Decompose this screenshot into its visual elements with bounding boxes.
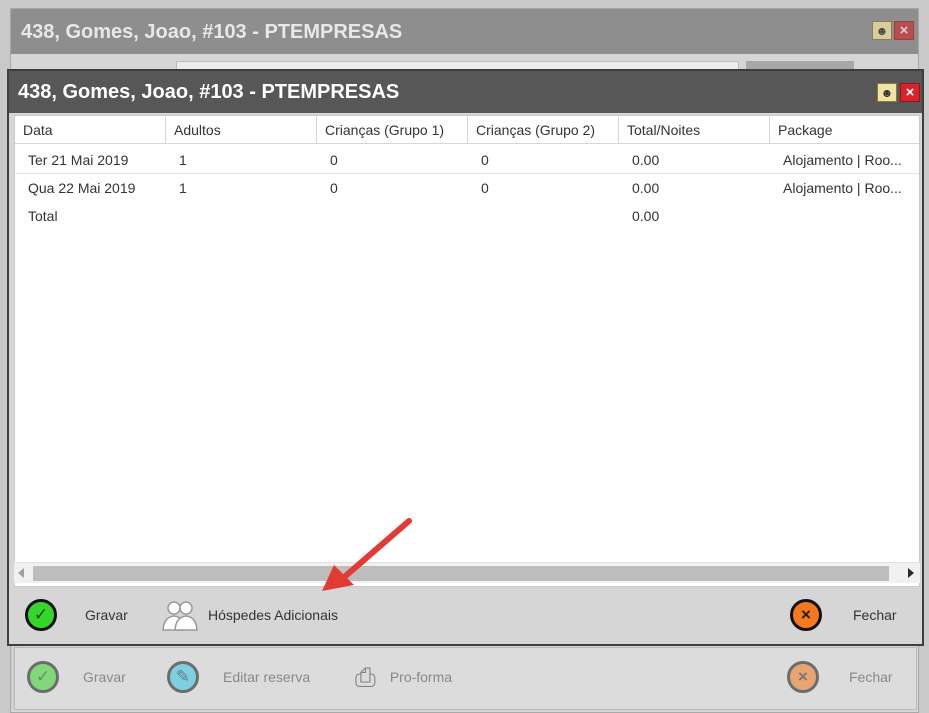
dialog: 438, Gomes, Joao, #103 - PTEMPRESAS ☻ × …: [7, 69, 924, 646]
cell-children-group-1: 0: [330, 152, 338, 168]
background-titlebar: 438, Gomes, Joao, #103 - PTEMPRESAS ☻ ×: [11, 9, 918, 54]
total-row: Total 0.00: [15, 202, 919, 230]
background-proforma-button[interactable]: ⎙ Pro-forma: [355, 661, 452, 693]
total-value: 0.00: [632, 208, 660, 224]
background-proforma-label: Pro-forma: [389, 669, 453, 685]
printer-icon: ⎙: [355, 662, 376, 692]
people-icon[interactable]: ☻: [877, 83, 897, 102]
save-button[interactable]: ✓ Gravar: [25, 599, 128, 631]
close-icon[interactable]: ×: [894, 21, 914, 40]
cell-date: Ter 21 Mai 2019: [28, 152, 129, 168]
cell-date: Qua 22 Mai 2019: [28, 180, 136, 196]
guests-icon: [160, 599, 200, 631]
background-footer: ✓ Gravar ✎ Editar reserva ⎙ Pro-forma × …: [14, 647, 917, 710]
background-title: 438, Gomes, Joao, #103 - PTEMPRESAS: [21, 21, 403, 43]
cell-package: Alojamento | Roo...: [783, 152, 902, 168]
column-header-adultos[interactable]: Adultos: [166, 116, 317, 144]
additional-guests-button[interactable]: Hóspedes Adicionais: [160, 599, 338, 631]
background-titlebar-icons: ☻ ×: [872, 21, 914, 40]
cell-children-group-1: 0: [330, 180, 338, 196]
people-icon[interactable]: ☻: [872, 21, 892, 40]
cell-total: 0.00: [632, 152, 660, 168]
cell-children-group-2: 0: [481, 152, 489, 168]
table-row[interactable]: Qua 22 Mai 2019 1 0 0 0.00 Alojamento | …: [15, 174, 919, 202]
cell-adults: 1: [179, 152, 187, 168]
background-close-label: Fechar: [849, 669, 893, 685]
column-header-criancas-grupo-2[interactable]: Crianças (Grupo 2): [468, 116, 619, 144]
cell-children-group-2: 0: [481, 180, 489, 196]
scroll-right-arrow-icon[interactable]: [908, 568, 914, 578]
column-header-criancas-grupo-1[interactable]: Crianças (Grupo 1): [317, 116, 468, 144]
x-circle-icon: ×: [790, 599, 822, 631]
cell-package: Alojamento | Roo...: [783, 180, 902, 196]
table-row[interactable]: Ter 21 Mai 2019 1 0 0 0.00 Alojamento | …: [15, 146, 919, 174]
horizontal-scrollbar[interactable]: [14, 562, 920, 583]
additional-guests-label: Hóspedes Adicionais: [208, 607, 338, 623]
save-label: Gravar: [85, 607, 128, 623]
edit-icon: ✎: [167, 661, 199, 693]
scrollbar-thumb[interactable]: [33, 566, 889, 581]
scroll-left-arrow-icon[interactable]: [18, 568, 24, 578]
close-button[interactable]: × Fechar: [790, 599, 897, 631]
table-header: Data Adultos Crianças (Grupo 1) Crianças…: [15, 116, 919, 144]
titlebar-icons: ☻ ×: [877, 83, 920, 102]
close-icon[interactable]: ×: [900, 83, 920, 102]
background-close-button[interactable]: × Fechar: [787, 661, 893, 693]
column-header-data[interactable]: Data: [15, 116, 166, 144]
nights-table: Data Adultos Crianças (Grupo 1) Crianças…: [14, 115, 920, 587]
dialog-footer: ✓ Gravar Hóspedes Adicionais × Fechar: [9, 589, 922, 644]
background-edit-label: Editar reserva: [223, 669, 311, 685]
close-label: Fechar: [853, 607, 897, 623]
check-icon: ✓: [27, 661, 59, 693]
background-edit-button[interactable]: ✎ Editar reserva: [167, 661, 310, 693]
background-save-button[interactable]: ✓ Gravar: [27, 661, 126, 693]
dialog-titlebar[interactable]: 438, Gomes, Joao, #103 - PTEMPRESAS ☻ ×: [9, 71, 922, 113]
cell-total: 0.00: [632, 180, 660, 196]
x-circle-icon: ×: [787, 661, 819, 693]
column-header-package[interactable]: Package: [770, 116, 919, 144]
dialog-title: 438, Gomes, Joao, #103 - PTEMPRESAS: [18, 81, 400, 103]
cell-adults: 1: [179, 180, 187, 196]
check-icon: ✓: [25, 599, 57, 631]
total-label: Total: [28, 208, 58, 224]
column-header-total-noites[interactable]: Total/Noites: [619, 116, 770, 144]
background-save-label: Gravar: [83, 669, 126, 685]
